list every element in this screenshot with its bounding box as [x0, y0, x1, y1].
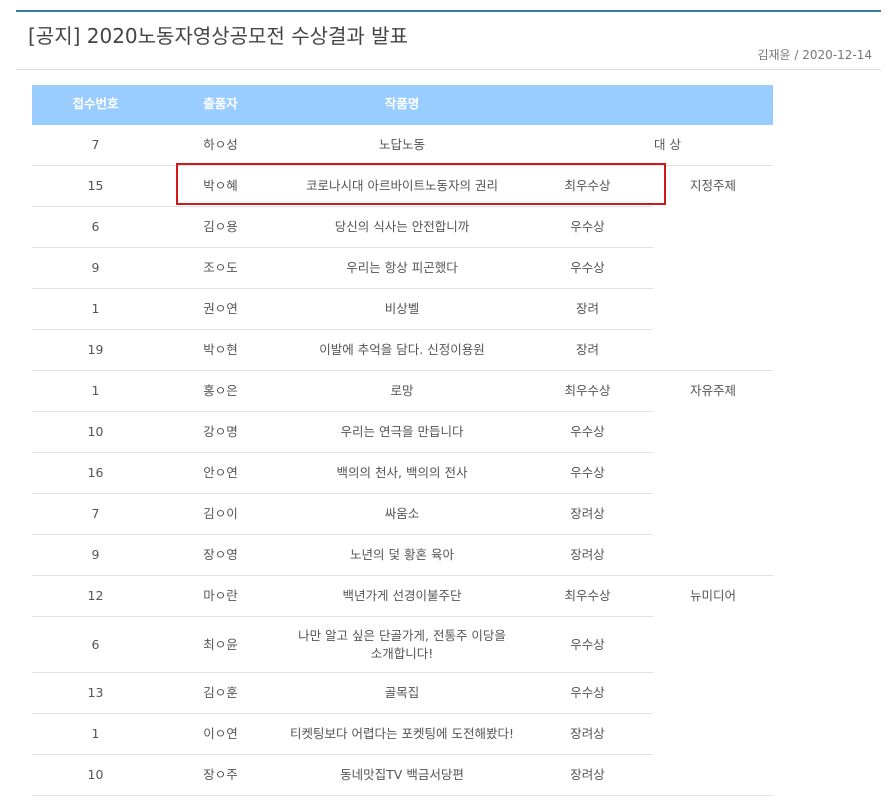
category-new-media: 뉴미디어	[653, 575, 773, 796]
cell-award: 장려	[522, 329, 653, 371]
cell-entrant: 장ㅇ주	[159, 754, 282, 796]
cell-entrant: 김ㅇ훈	[159, 672, 282, 714]
cell-number: 9	[32, 534, 159, 576]
cell-entrant: 조ㅇ도	[159, 247, 282, 289]
cell-award: 장려상	[522, 534, 653, 576]
cell-number: 9	[32, 247, 159, 289]
cell-award: 장려상	[522, 754, 653, 796]
cell-entrant: 최ㅇ윤	[159, 616, 282, 673]
cell-work: 백년가게 선경이불주단	[282, 575, 522, 617]
cell-work: 백의의 천사, 백의의 전사	[282, 452, 522, 494]
cell-work: 코로나시대 아르바이트노동자의 권리	[282, 165, 522, 207]
cell-entrant: 홍ㅇ은	[159, 370, 282, 412]
cell-entrant: 장ㅇ영	[159, 534, 282, 576]
cell-award: 우수상	[522, 411, 653, 453]
cell-entrant: 김ㅇ용	[159, 206, 282, 248]
cell-award: 우수상	[522, 452, 653, 494]
cell-award: 장려	[522, 288, 653, 330]
cell-entrant: 이ㅇ연	[159, 713, 282, 755]
cell-number: 12	[32, 575, 159, 617]
cell-work: 골목집	[282, 672, 522, 714]
cell-work: 노답노동	[282, 125, 522, 166]
cell-work: 비상벨	[282, 288, 522, 330]
cell-award: 우수상	[522, 247, 653, 289]
cell-number: 7	[32, 493, 159, 535]
cell-work: 우리는 연극을 만듭니다	[282, 411, 522, 453]
cell-number: 16	[32, 452, 159, 494]
results-table: 접수번호 출품자 작품명 7 하ㅇ성 노답노동 대 상 15 박ㅇ혜 코로나시대…	[32, 85, 773, 796]
category-free: 자유주제	[653, 370, 773, 576]
cell-entrant: 김ㅇ이	[159, 493, 282, 535]
column-header-entrant: 출품자	[159, 85, 282, 125]
title-divider	[16, 69, 881, 70]
cell-number: 1	[32, 713, 159, 755]
cell-award: 우수상	[522, 672, 653, 714]
table-header-row: 접수번호 출품자 작품명	[32, 85, 773, 125]
column-header-award	[522, 85, 653, 125]
cell-number: 15	[32, 165, 159, 207]
cell-number: 10	[32, 754, 159, 796]
post-author-date: 김재윤 / 2020-12-14	[757, 48, 872, 62]
top-rule	[16, 10, 881, 12]
category-designated: 지정주제	[653, 165, 773, 371]
cell-entrant: 박ㅇ혜	[159, 165, 282, 207]
cell-number: 19	[32, 329, 159, 371]
cell-work: 우리는 항상 피곤했다	[282, 247, 522, 289]
column-header-number: 접수번호	[32, 85, 159, 125]
cell-entrant: 하ㅇ성	[159, 125, 282, 166]
cell-number: 13	[32, 672, 159, 714]
cell-number: 1	[32, 370, 159, 412]
cell-entrant: 강ㅇ명	[159, 411, 282, 453]
cell-work: 노년의 덫 황혼 육아	[282, 534, 522, 576]
column-header-category	[653, 85, 773, 125]
column-header-work: 작품명	[282, 85, 522, 125]
cell-work: 티켓팅보다 어렵다는 포켓팅에 도전해봤다!	[282, 713, 522, 755]
cell-award: 최우수상	[522, 165, 653, 207]
cell-work: 이발에 추억을 담다. 신정이용원	[282, 329, 522, 371]
cell-award: 장려상	[522, 493, 653, 535]
cell-work: 당신의 식사는 안전합니까	[282, 206, 522, 248]
cell-number: 1	[32, 288, 159, 330]
table-row: 15 박ㅇ혜 코로나시대 아르바이트노동자의 권리 최우수상 지정주제	[32, 165, 773, 371]
cell-number: 6	[32, 616, 159, 673]
table-row: 7 하ㅇ성 노답노동 대 상	[32, 125, 773, 166]
table-row: 1 홍ㅇ은 로망 최우수상 자유주제	[32, 370, 773, 576]
cell-work: 로망	[282, 370, 522, 412]
cell-award: 장려상	[522, 713, 653, 755]
post-title: [공지] 2020노동자영상공모전 수상결과 발표	[28, 24, 408, 48]
cell-number: 7	[32, 125, 159, 166]
cell-entrant: 안ㅇ연	[159, 452, 282, 494]
cell-award: 최우수상	[522, 575, 653, 617]
cell-entrant: 박ㅇ현	[159, 329, 282, 371]
cell-work: 나만 알고 싶은 단골가게, 전통주 이당을 소개합니다!	[282, 616, 522, 673]
cell-work: 동네맛집TV 백금서당편	[282, 754, 522, 796]
cell-number: 10	[32, 411, 159, 453]
cell-number: 6	[32, 206, 159, 248]
table-row: 12 마ㅇ란 백년가게 선경이불주단 최우수상 뉴미디어	[32, 575, 773, 796]
cell-work: 싸움소	[282, 493, 522, 535]
cell-entrant: 마ㅇ란	[159, 575, 282, 617]
cell-award: 대 상	[522, 125, 773, 166]
cell-award: 우수상	[522, 616, 653, 673]
cell-award: 우수상	[522, 206, 653, 248]
cell-entrant: 권ㅇ연	[159, 288, 282, 330]
cell-award: 최우수상	[522, 370, 653, 412]
